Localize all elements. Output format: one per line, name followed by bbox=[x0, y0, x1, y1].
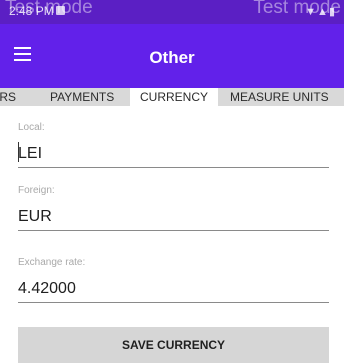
page-title: Other bbox=[149, 48, 195, 67]
status-bar: Test mode 2:48 PM Test mode ▼▲▮ bbox=[0, 0, 344, 24]
foreign-currency-input[interactable] bbox=[18, 204, 329, 231]
tab-currency[interactable]: CURRENCY bbox=[130, 88, 218, 106]
foreign-currency-field: Foreign: bbox=[18, 185, 329, 231]
text-cursor bbox=[18, 142, 19, 162]
exchange-rate-field: Exchange rate: bbox=[18, 257, 329, 303]
tab-ors[interactable]: ORS bbox=[0, 88, 16, 106]
tab-payments[interactable]: PAYMENTS bbox=[50, 88, 114, 106]
status-time: 2:48 PM bbox=[9, 4, 54, 18]
local-label: Local: bbox=[18, 122, 45, 133]
exchange-rate-label: Exchange rate: bbox=[18, 257, 86, 268]
notification-icon bbox=[56, 6, 65, 15]
tab-strip: ORS PAYMENTS CURRENCY MEASURE UNITS bbox=[0, 88, 344, 106]
app-bar: Other bbox=[0, 24, 344, 88]
local-currency-field: Local: bbox=[18, 122, 329, 168]
exchange-rate-input[interactable] bbox=[18, 276, 329, 303]
foreign-label: Foreign: bbox=[18, 185, 55, 196]
signal-battery-icons: ▼▲▮ bbox=[305, 6, 336, 18]
local-currency-input[interactable] bbox=[18, 141, 329, 168]
tab-measure-units[interactable]: MEASURE UNITS bbox=[230, 88, 329, 106]
save-currency-button[interactable]: SAVE CURRENCY bbox=[18, 327, 329, 363]
